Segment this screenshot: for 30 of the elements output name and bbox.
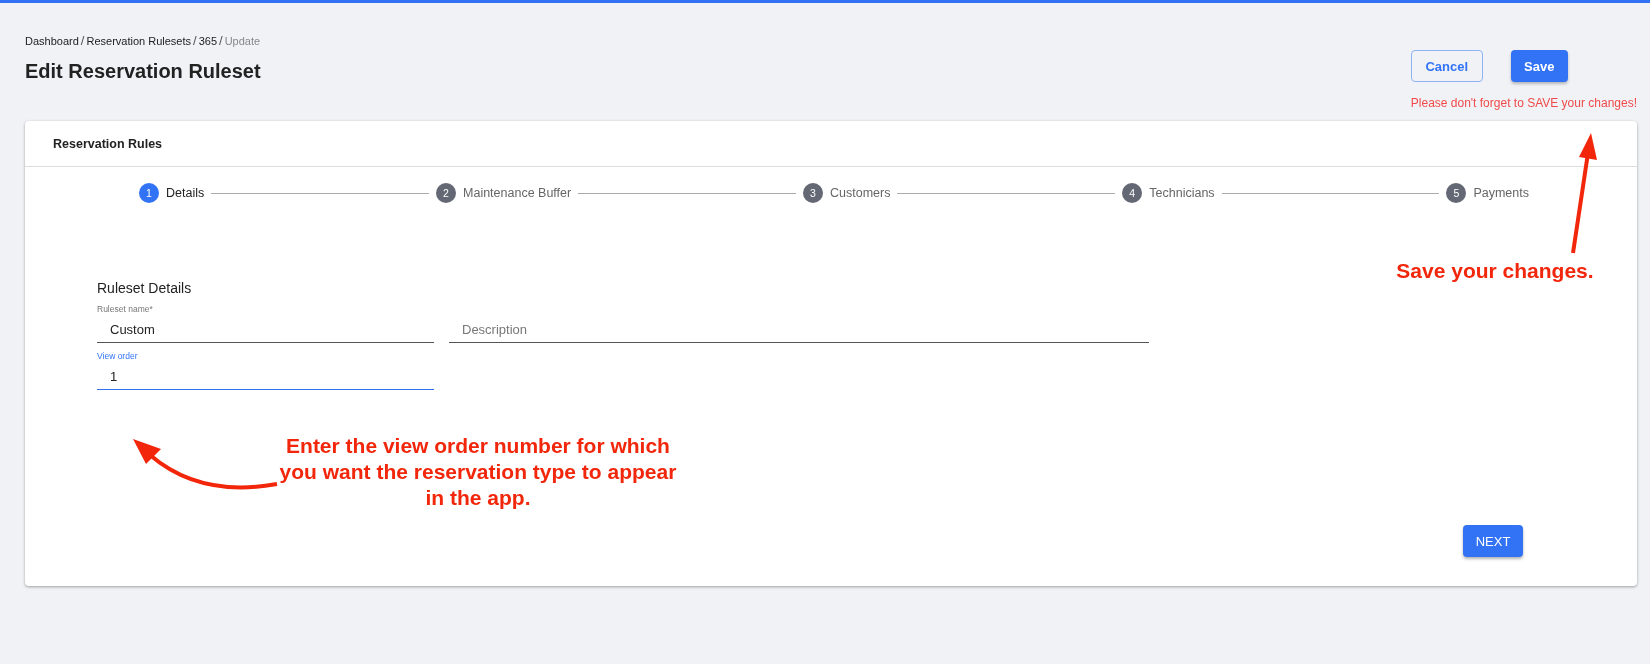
input-field[interactable]: 1 [97, 363, 434, 390]
step-number[interactable]: 3 [803, 183, 824, 203]
page-title: Edit Reservation Ruleset [25, 60, 261, 83]
breadcrumb-link[interactable]: 365 [198, 35, 217, 47]
field-label: View order [97, 351, 139, 363]
step-number[interactable]: 4 [1122, 183, 1143, 203]
step-number[interactable]: 1 [139, 183, 159, 203]
step-label[interactable]: Technicians [1149, 186, 1215, 200]
breadcrumb-link[interactable]: Dashboard [25, 35, 79, 47]
step-label[interactable]: Maintenance Buffer [463, 186, 572, 200]
annotation-text: Enter the view order number for which you want the reservation type to appear in the app. [278, 433, 678, 511]
breadcrumb-separator: / [193, 33, 197, 48]
field-label: Ruleset name* [97, 304, 154, 316]
step-label[interactable]: Customers [830, 186, 891, 200]
step-label[interactable]: Payments [1473, 186, 1529, 200]
breadcrumb-separator: / [219, 33, 223, 48]
next-button[interactable]: NEXT [1463, 525, 1523, 557]
annotation-text: Save your changes. [1395, 258, 1595, 284]
input-field[interactable]: Description [449, 316, 1149, 343]
section-title: Ruleset Details [97, 280, 193, 296]
save-button[interactable]: Save [1510, 50, 1568, 82]
step-number[interactable]: 5 [1446, 183, 1467, 203]
breadcrumb-link[interactable]: Reservation Rulesets [86, 35, 191, 47]
cancel-button[interactable]: Cancel [1410, 50, 1483, 82]
breadcrumb-current: Update [224, 35, 261, 47]
step-label[interactable]: Details [166, 186, 205, 200]
input-field[interactable]: Custom [97, 316, 434, 343]
step-number[interactable]: 2 [436, 183, 457, 203]
save-reminder: Please don't forget to SAVE your changes! [1410, 96, 1637, 110]
breadcrumb-separator: / [80, 33, 85, 48]
